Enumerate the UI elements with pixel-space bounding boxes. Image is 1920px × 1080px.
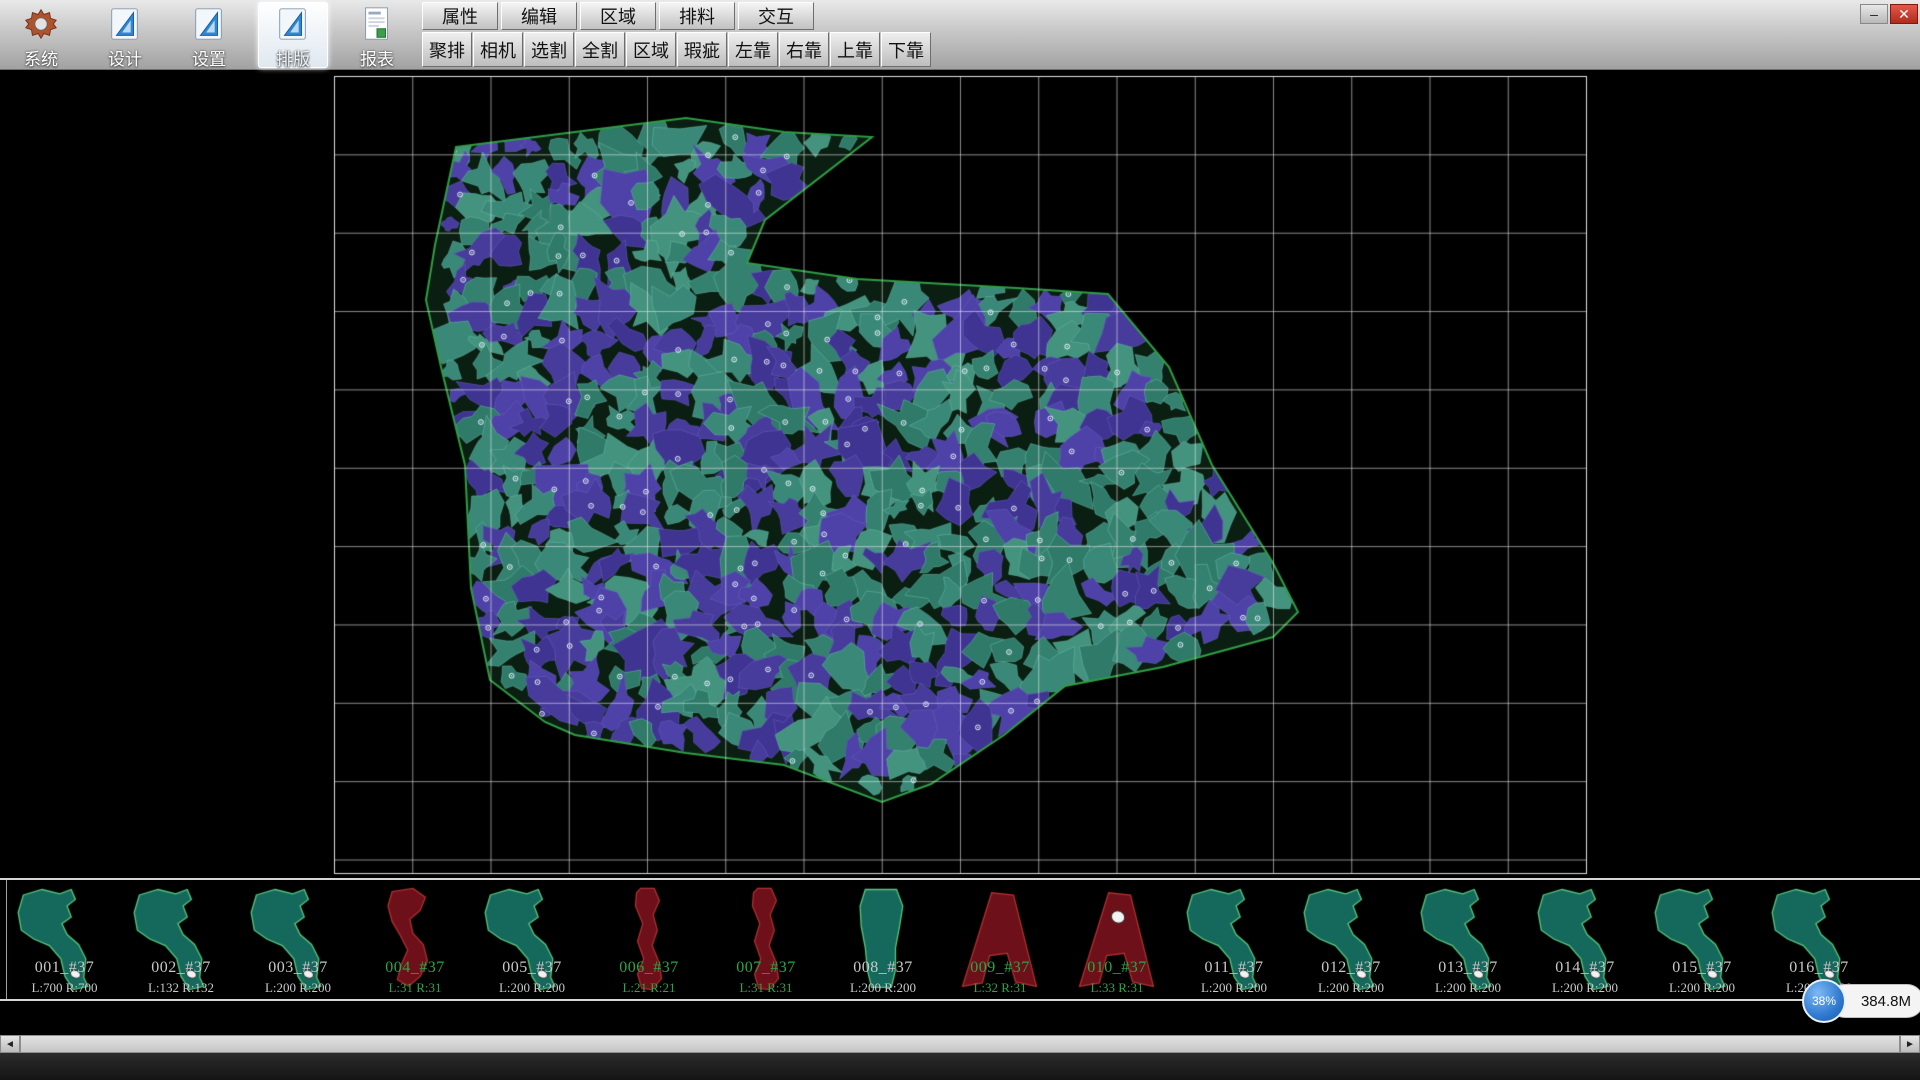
tool-region[interactable]: 区域 bbox=[626, 32, 676, 67]
tool-button-row: 聚排 相机 选割 全割 区域 瑕疵 左靠 右靠 上靠 下靠 bbox=[422, 32, 931, 67]
pattern-strip: 001_#37 L:700 R:700 002_#37 L:132 R:132 … bbox=[0, 878, 1920, 1001]
report-button[interactable]: 报表 bbox=[342, 2, 412, 68]
pattern-thumbnail-005[interactable]: 005_#37 L:200 R:200 bbox=[474, 880, 591, 999]
nesting-canvas[interactable] bbox=[0, 0, 1920, 878]
status-bar bbox=[0, 1053, 1920, 1080]
pattern-lr-counts: L:200 R:200 bbox=[1410, 980, 1526, 996]
pattern-thumbnail-003[interactable]: 003_#37 L:200 R:200 bbox=[240, 880, 357, 999]
tool-camera[interactable]: 相机 bbox=[473, 32, 523, 67]
pattern-name: 002_#37 bbox=[123, 959, 239, 977]
layout-button-active[interactable]: 排版 bbox=[258, 2, 328, 68]
pattern-name: 010_#37 bbox=[1059, 959, 1175, 977]
pattern-lr-counts: L:132 R:132 bbox=[123, 980, 239, 996]
layout-ruler-icon bbox=[273, 5, 313, 43]
tool-defect[interactable]: 瑕疵 bbox=[677, 32, 727, 67]
pattern-name: 016_#37 bbox=[1761, 959, 1877, 977]
pattern-thumbnail-012[interactable]: 012_#37 L:200 R:200 bbox=[1293, 880, 1410, 999]
close-button[interactable]: ✕ bbox=[1890, 4, 1918, 24]
window-controls: – ✕ bbox=[1860, 4, 1918, 24]
pattern-lr-counts: L:200 R:200 bbox=[240, 980, 356, 996]
minimize-button[interactable]: – bbox=[1860, 4, 1888, 24]
pattern-lr-counts: L:31 R:31 bbox=[708, 980, 824, 996]
menu-tab-properties[interactable]: 属性 bbox=[422, 2, 498, 30]
scrollbar-thumb[interactable] bbox=[20, 1035, 1900, 1053]
pattern-name: 014_#37 bbox=[1527, 959, 1643, 977]
settings-label: 设置 bbox=[192, 45, 226, 70]
memory-badge: 384.8M 38% bbox=[1802, 978, 1920, 1024]
tool-align-top[interactable]: 上靠 bbox=[830, 32, 880, 67]
pattern-name: 009_#37 bbox=[942, 959, 1058, 977]
pattern-thumbnail-009[interactable]: 009_#37 L:32 R:31 bbox=[942, 880, 1059, 999]
pattern-lr-counts: L:200 R:200 bbox=[1293, 980, 1409, 996]
pattern-lr-counts: L:200 R:200 bbox=[1176, 980, 1292, 996]
pattern-lr-counts: L:32 R:31 bbox=[942, 980, 1058, 996]
menu-tab-region[interactable]: 区域 bbox=[580, 2, 656, 30]
system-button[interactable]: 系统 bbox=[6, 2, 76, 68]
big-button-row: 系统 设计 设置 排版 bbox=[6, 0, 412, 70]
pattern-thumbnail-010[interactable]: 010_#37 L:33 R:31 bbox=[1059, 880, 1176, 999]
pattern-name: 006_#37 bbox=[591, 959, 707, 977]
pattern-thumbnail-007[interactable]: 007_#37 L:31 R:31 bbox=[708, 880, 825, 999]
toolbar: 系统 设计 设置 排版 bbox=[0, 0, 1920, 70]
pattern-thumbnail-004[interactable]: 004_#37 L:31 R:31 bbox=[357, 880, 474, 999]
pattern-lr-counts: L:200 R:200 bbox=[474, 980, 590, 996]
scroll-left-icon[interactable]: ◄ bbox=[0, 1035, 20, 1053]
pattern-thumbnail-013[interactable]: 013_#37 L:200 R:200 bbox=[1410, 880, 1527, 999]
pattern-lr-counts: L:31 R:31 bbox=[357, 980, 473, 996]
scroll-right-icon[interactable]: ► bbox=[1900, 1035, 1920, 1053]
pattern-name: 008_#37 bbox=[825, 959, 941, 977]
pattern-lr-counts: L:700 R:700 bbox=[7, 980, 122, 996]
tool-align-left[interactable]: 左靠 bbox=[728, 32, 778, 67]
tool-cut-all[interactable]: 全割 bbox=[575, 32, 625, 67]
pattern-name: 003_#37 bbox=[240, 959, 356, 977]
pattern-thumbnail-011[interactable]: 011_#37 L:200 R:200 bbox=[1176, 880, 1293, 999]
horizontal-scrollbar[interactable]: ◄ ► bbox=[0, 1035, 1920, 1053]
pattern-lr-counts: L:200 R:200 bbox=[1527, 980, 1643, 996]
pattern-name: 001_#37 bbox=[7, 959, 122, 977]
design-button[interactable]: 设计 bbox=[90, 2, 160, 68]
pattern-name: 007_#37 bbox=[708, 959, 824, 977]
pattern-lr-counts: L:200 R:200 bbox=[825, 980, 941, 996]
menu-tab-interactive[interactable]: 交互 bbox=[738, 2, 814, 30]
layout-label: 排版 bbox=[276, 45, 310, 70]
menu-tab-nesting[interactable]: 排料 bbox=[659, 2, 735, 30]
tool-cluster-nest[interactable]: 聚排 bbox=[422, 32, 472, 67]
report-label: 报表 bbox=[360, 45, 394, 70]
pattern-thumbnail-015[interactable]: 015_#37 L:200 R:200 bbox=[1644, 880, 1761, 999]
pattern-thumbnail-006[interactable]: 006_#37 L:21 R:21 bbox=[591, 880, 708, 999]
settings-ruler-icon bbox=[189, 5, 229, 43]
pattern-thumbnail-008[interactable]: 008_#37 L:200 R:200 bbox=[825, 880, 942, 999]
pattern-name: 013_#37 bbox=[1410, 959, 1526, 977]
menu-tab-row: 属性 编辑 区域 排料 交互 bbox=[422, 2, 814, 30]
progress-indicator: 38% bbox=[1802, 979, 1846, 1023]
report-document-icon bbox=[357, 5, 397, 43]
settings-button[interactable]: 设置 bbox=[174, 2, 244, 68]
pattern-name: 005_#37 bbox=[474, 959, 590, 977]
design-label: 设计 bbox=[108, 45, 142, 70]
gear-icon bbox=[21, 5, 61, 43]
tool-align-right[interactable]: 右靠 bbox=[779, 32, 829, 67]
menu-tab-edit[interactable]: 编辑 bbox=[501, 2, 577, 30]
pattern-lr-counts: L:200 R:200 bbox=[1644, 980, 1760, 996]
pattern-name: 011_#37 bbox=[1176, 959, 1292, 977]
pattern-name: 015_#37 bbox=[1644, 959, 1760, 977]
pattern-lr-counts: L:33 R:31 bbox=[1059, 980, 1175, 996]
application-window: 系统 设计 设置 排版 bbox=[0, 0, 1920, 1080]
pattern-name: 012_#37 bbox=[1293, 959, 1409, 977]
pattern-thumbnail-001[interactable]: 001_#37 L:700 R:700 bbox=[6, 880, 123, 999]
design-ruler-icon bbox=[105, 5, 145, 43]
pattern-name: 004_#37 bbox=[357, 959, 473, 977]
tool-select-cut[interactable]: 选割 bbox=[524, 32, 574, 67]
pattern-thumbnail-014[interactable]: 014_#37 L:200 R:200 bbox=[1527, 880, 1644, 999]
system-label: 系统 bbox=[24, 45, 58, 70]
pattern-lr-counts: L:21 R:21 bbox=[591, 980, 707, 996]
pattern-thumbnail-002[interactable]: 002_#37 L:132 R:132 bbox=[123, 880, 240, 999]
tool-align-bottom[interactable]: 下靠 bbox=[881, 32, 931, 67]
